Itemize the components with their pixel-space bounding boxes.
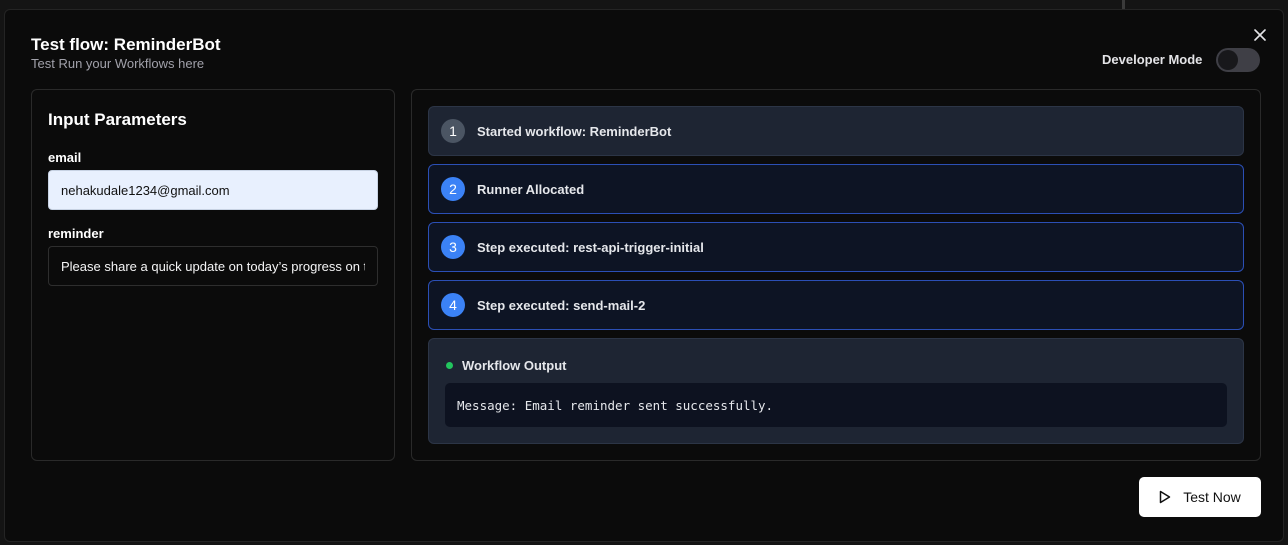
reminder-label: reminder xyxy=(48,226,104,241)
step-number-badge: 2 xyxy=(441,177,465,201)
close-button[interactable] xyxy=(1251,26,1269,44)
log-step: 1 Started workflow: ReminderBot xyxy=(428,106,1244,156)
log-step: 3 Step executed: rest-api-trigger-initia… xyxy=(428,222,1244,272)
step-number-badge: 4 xyxy=(441,293,465,317)
run-log-panel: 1 Started workflow: ReminderBot 2 Runner… xyxy=(411,89,1261,461)
input-parameters-panel: Input Parameters email reminder xyxy=(31,89,395,461)
workflow-output-card: Workflow Output Message: Email reminder … xyxy=(428,338,1244,444)
developer-mode-toggle[interactable] xyxy=(1216,48,1260,72)
step-text: Started workflow: ReminderBot xyxy=(477,123,672,139)
workflow-output-title: Workflow Output xyxy=(462,358,567,373)
test-now-button[interactable]: Test Now xyxy=(1139,477,1261,517)
step-text: Runner Allocated xyxy=(477,181,585,197)
test-flow-dialog: Test flow: ReminderBot Test Run your Wor… xyxy=(4,9,1284,542)
toggle-knob xyxy=(1218,50,1238,70)
input-parameters-title: Input Parameters xyxy=(48,110,187,129)
reminder-field[interactable] xyxy=(48,246,378,286)
email-field[interactable] xyxy=(48,170,378,210)
log-step: 4 Step executed: send-mail-2 xyxy=(428,280,1244,330)
email-label: email xyxy=(48,150,82,165)
workflow-output-message: Message: Email reminder sent successfull… xyxy=(445,383,1227,427)
test-now-label: Test Now xyxy=(1183,489,1241,505)
status-dot-icon xyxy=(446,362,453,369)
step-text: Step executed: rest-api-trigger-initial xyxy=(477,239,704,255)
dialog-title: Test flow: ReminderBot xyxy=(31,35,221,54)
developer-mode-label: Developer Mode xyxy=(1102,52,1203,67)
log-step: 2 Runner Allocated xyxy=(428,164,1244,214)
step-number-badge: 3 xyxy=(441,235,465,259)
dialog-subtitle: Test Run your Workflows here xyxy=(31,56,205,71)
step-number-badge: 1 xyxy=(441,119,465,143)
close-icon xyxy=(1254,29,1266,41)
step-text: Step executed: send-mail-2 xyxy=(477,297,646,313)
play-icon xyxy=(1159,490,1171,504)
